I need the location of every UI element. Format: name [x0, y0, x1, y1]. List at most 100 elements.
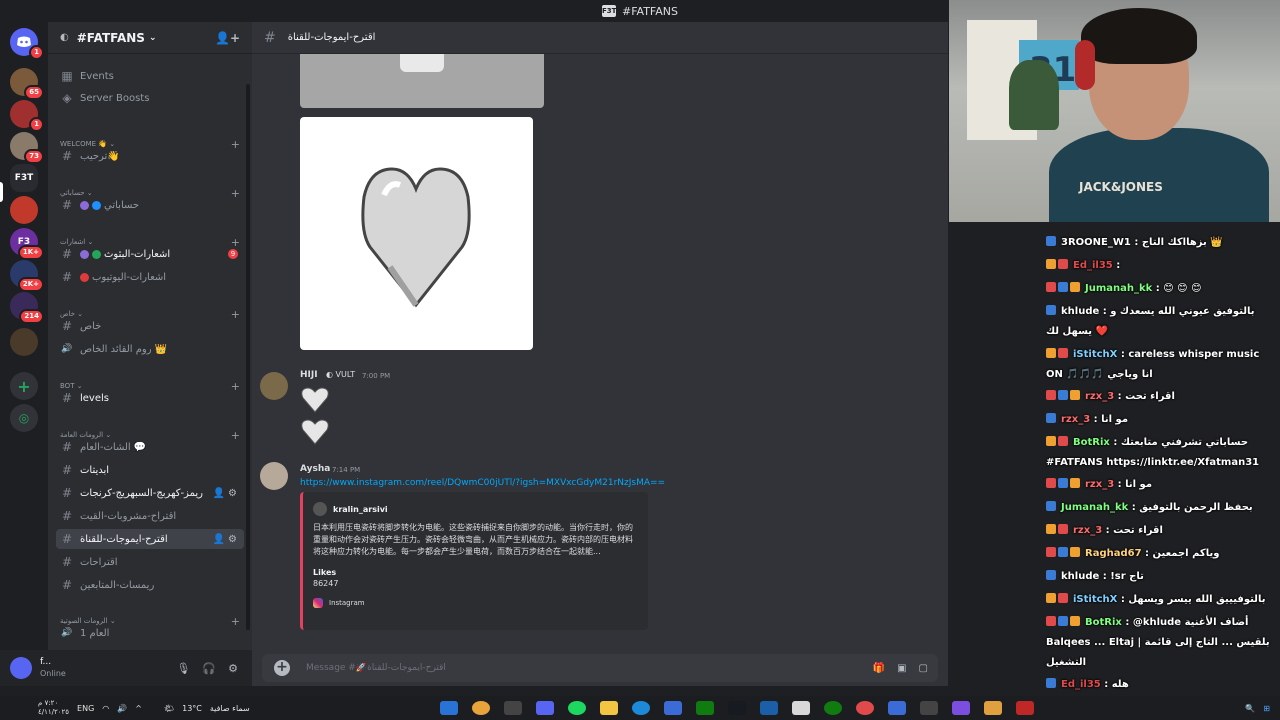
stream-chat-message: 3ROONE_W1 : بزهااكك التاج 👑 — [1046, 232, 1278, 253]
invite-people-icon[interactable]: 👤+ — [215, 31, 240, 45]
server-rail: 1 65 1 73 F3T F3 1K+ 2K+ 214 + ◎ — [0, 22, 48, 686]
spotify-icon[interactable] — [568, 701, 586, 715]
app-icon[interactable] — [888, 701, 906, 715]
app-icon[interactable] — [984, 701, 1002, 715]
weather-icon: 🌤 — [163, 703, 175, 713]
server-icon[interactable]: 214 — [10, 292, 44, 324]
app-icon[interactable] — [920, 701, 938, 715]
app-icon[interactable] — [664, 701, 682, 715]
chevron-up-icon[interactable]: ^ — [135, 704, 142, 713]
microphone-icon[interactable]: 🎙 — [176, 662, 190, 675]
calendar-icon: ▦ — [61, 69, 73, 83]
embed-author[interactable]: kralin_arsivi — [333, 505, 388, 514]
channel-label: العام 1 — [80, 627, 110, 639]
headphones-icon[interactable]: 🎧 — [202, 662, 216, 675]
app-icon[interactable] — [952, 701, 970, 715]
avatar[interactable] — [260, 372, 288, 400]
settings-gear-icon[interactable]: ⚙ — [228, 662, 238, 675]
channel-item[interactable]: # اقترح-ايموجات-للقناة 👤⚙ — [56, 529, 244, 549]
server-icon-fatfans[interactable]: F3T — [10, 164, 38, 192]
channel-item[interactable]: # ريمسات-المتابعين — [56, 575, 244, 595]
channel-settings-icon[interactable]: 👤⚙ — [213, 534, 240, 545]
channel-item[interactable]: # اشعارات-اليوتيوب — [56, 267, 244, 287]
sticker-icon[interactable]: ▢ — [919, 663, 928, 674]
channel-item[interactable]: # ترحيب👋 — [56, 146, 244, 166]
hash-icon: # — [61, 198, 73, 212]
server-icon[interactable]: 73 — [10, 132, 44, 164]
server-header[interactable]: ◐ #FATFANS ⌄ 👤+ — [48, 22, 252, 54]
search-icon[interactable]: 🔍 — [1245, 704, 1255, 713]
server-icon[interactable]: 1 — [10, 100, 44, 132]
channel-settings-icon[interactable]: 👤⚙ — [213, 488, 240, 499]
message-image-heart[interactable] — [300, 117, 533, 350]
avatar[interactable] — [10, 657, 32, 679]
message-input[interactable] — [306, 663, 806, 673]
channel-item[interactable]: # levels — [56, 388, 244, 408]
app-icon[interactable] — [504, 701, 522, 715]
windows-start-icon[interactable]: ⊞ — [1263, 704, 1270, 713]
channel-item[interactable]: # حساباتي — [56, 195, 244, 215]
channel-label: اشعارات-اليوتيوب — [92, 271, 167, 283]
stream-chat-message: BotRix : @khlude أضاف الأغنية Balqees ..… — [1046, 612, 1278, 673]
message-link[interactable]: https://www.instagram.com/reel/DQwmC00jU… — [300, 478, 665, 488]
avatar[interactable] — [260, 462, 288, 490]
server-icon[interactable]: 65 — [10, 68, 44, 100]
message-image[interactable] — [300, 54, 544, 108]
stream-chat-message: Ed_il35 : هله — [1046, 674, 1278, 695]
app-icon[interactable] — [760, 701, 778, 715]
wifi-icon[interactable]: ◠ — [102, 704, 109, 713]
clock[interactable]: ٧:٢٠ م ٤/١١/٢٠٢٥ — [38, 699, 69, 717]
server-icon[interactable] — [10, 196, 38, 224]
stream-chat-message: Raghad67 : وياكم اجمعين — [1046, 543, 1278, 564]
message-author[interactable]: Aysha — [300, 464, 330, 474]
server-icon[interactable]: F3 1K+ — [10, 228, 44, 260]
channel-item[interactable]: # ابديتات — [56, 460, 244, 480]
add-server-icon[interactable]: + — [10, 372, 38, 400]
clock-date: ٤/١١/٢٠٢٥ — [38, 708, 70, 716]
server-icon[interactable] — [10, 328, 38, 356]
steam-icon[interactable] — [728, 701, 746, 715]
weather-desc[interactable]: سماء صافية — [210, 704, 250, 713]
xbox-icon[interactable] — [696, 701, 714, 715]
speaker-icon[interactable]: 🔊 — [117, 704, 127, 713]
channel-item[interactable]: # اقتراح-مشروبات-القيت — [56, 506, 244, 526]
app-icon[interactable] — [856, 701, 874, 715]
gif-icon[interactable]: ▣ — [897, 663, 906, 674]
link-embed[interactable]: kralin_arsivi 日本利用压电瓷砖将脚步转化为电能。这些瓷砖捕捉来自你… — [300, 492, 648, 630]
weather-temp[interactable]: 13°C — [182, 704, 202, 713]
channel-item[interactable]: 🔊 روم القائد الخاص 👑 — [56, 339, 244, 359]
channel-item[interactable]: 🔊 العام 1 — [56, 623, 244, 643]
heart-emoji-icon[interactable] — [300, 418, 330, 446]
chat-text: بزهااكك التاج 👑 — [1141, 237, 1223, 248]
sidebar-link-events[interactable]: ▦ Events — [56, 66, 244, 86]
user-info[interactable]: f... Online — [40, 657, 66, 679]
chat-separator: : — [1128, 502, 1140, 513]
discord-home-icon[interactable]: 1 — [10, 28, 44, 60]
channel-label: روم القائد الخاص 👑 — [80, 343, 168, 355]
message-author[interactable]: HIJI — [300, 370, 318, 380]
app-icon[interactable] — [792, 701, 810, 715]
app-icon[interactable] — [1016, 701, 1034, 715]
avatar — [313, 502, 327, 516]
channel-item[interactable]: # اشعارات-البثوث 9 — [56, 244, 244, 264]
heart-emoji-icon[interactable] — [300, 386, 330, 414]
sidebar-link-server-boosts[interactable]: ◈ Server Boosts — [56, 88, 244, 108]
language-indicator[interactable]: ENG — [77, 704, 94, 713]
explore-servers-icon[interactable]: ◎ — [10, 404, 38, 432]
sidebar-scrollbar[interactable] — [246, 84, 250, 630]
chrome-icon[interactable] — [472, 701, 490, 715]
server-icon[interactable]: 2K+ — [10, 260, 44, 292]
channel-item[interactable]: # اقتراحات — [56, 552, 244, 572]
channel-item[interactable]: # خاص — [56, 316, 244, 336]
app-icon[interactable] — [440, 701, 458, 715]
gift-icon[interactable]: 🎁 — [873, 663, 885, 674]
edge-icon[interactable] — [632, 701, 650, 715]
chat-separator: : — [1130, 237, 1142, 248]
channel-item[interactable]: # الشات-العام 💬 — [56, 437, 244, 457]
xbox-icon[interactable] — [824, 701, 842, 715]
chat-username: Raghad67 — [1085, 548, 1142, 559]
discord-icon[interactable] — [536, 701, 554, 715]
add-attachment-icon[interactable]: + — [274, 660, 290, 676]
channel-item[interactable]: # ريمز-كهربج-السبهريج-كرنجات 👤⚙ — [56, 483, 244, 503]
file-explorer-icon[interactable] — [600, 701, 618, 715]
